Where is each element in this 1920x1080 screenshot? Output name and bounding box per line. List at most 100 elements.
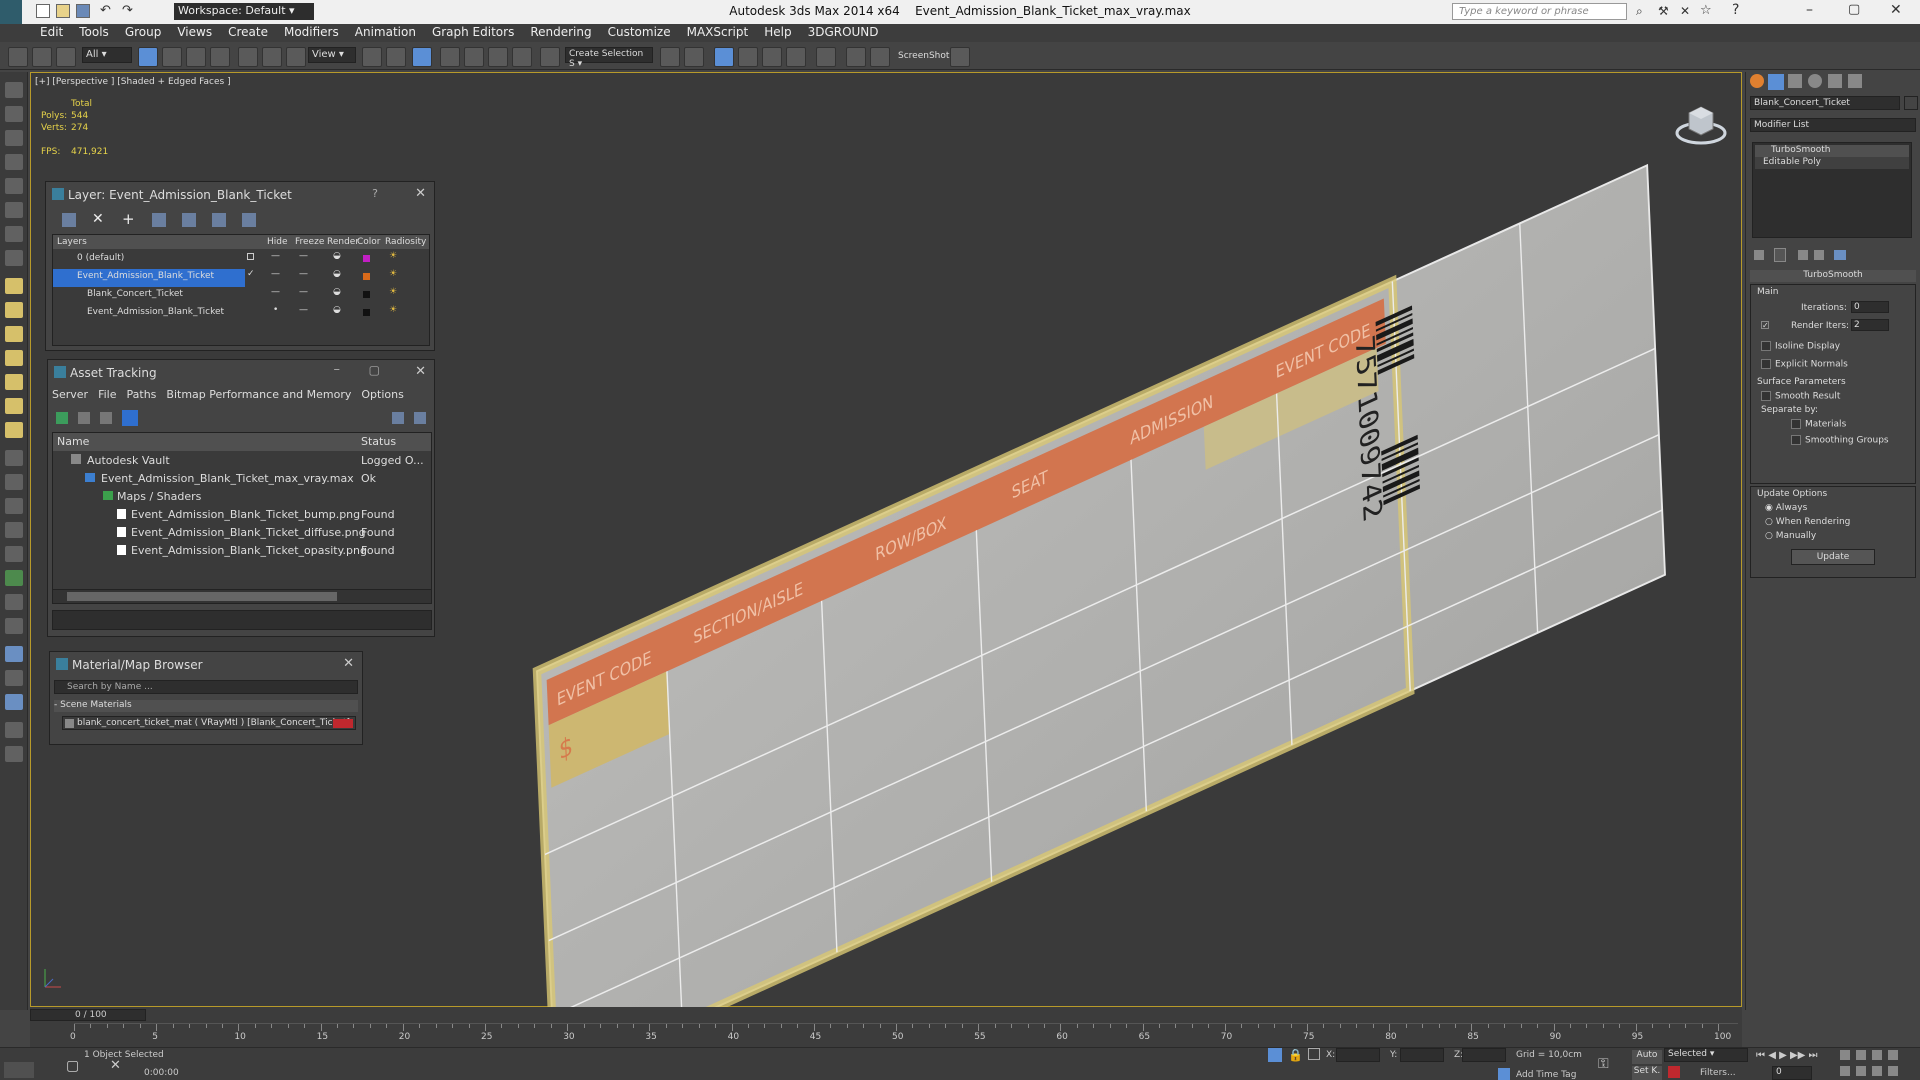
z-coordinate-field[interactable] [1462,1048,1506,1062]
track-bar-toggle-icon[interactable] [30,1025,70,1043]
schematic-view-icon[interactable] [786,47,806,67]
material-editor-icon[interactable] [816,47,836,67]
reference-coordinate-dropdown[interactable]: View ▾ [308,47,356,63]
absolute-mode-icon[interactable] [1308,1048,1320,1060]
menu-tools[interactable]: Tools [71,24,117,40]
layer-color-swatch[interactable] [363,255,370,262]
refresh-icon[interactable] [56,412,68,424]
asset-menu-bitmap[interactable]: Bitmap Performance and Memory [166,388,351,401]
layer-row[interactable]: Event_Admission_Blank_Ticket • — ◒ ☀ [53,305,429,323]
edit-named-selection-icon[interactable] [540,47,560,67]
iterations-spinner[interactable]: 0 [1851,301,1889,313]
angle-snap-icon[interactable] [464,47,484,67]
vray-tool-icon[interactable] [5,694,23,710]
display-tab-icon[interactable] [1828,74,1842,88]
asset-menu-paths[interactable]: Paths [127,388,157,401]
modifier-list-dropdown[interactable]: Modifier List [1750,118,1916,132]
add-to-layer-icon[interactable]: + [122,210,135,228]
binoculars-icon[interactable]: ⌕ [1636,4,1643,19]
cylinder-primitive-icon[interactable] [5,302,23,318]
asset-path-field[interactable] [52,610,432,630]
material-browser-close-icon[interactable]: ✕ [343,656,354,671]
space-warp-tool-icon[interactable] [5,250,23,266]
update-when-rendering-option[interactable]: ○ When Rendering [1765,517,1850,527]
move-icon[interactable] [238,47,258,67]
freeze-dash[interactable]: — [299,287,308,297]
y-coordinate-field[interactable] [1400,1048,1444,1062]
render-teapot-icon[interactable]: ◒ [333,251,341,261]
select-by-name-icon[interactable] [162,47,182,67]
frame-ruler[interactable]: 0 5 10 15 20 25 30 35 40 45 50 55 60 65 70 75 80 85 90 95 10… [70,1023,1738,1045]
motion-tab-icon[interactable] [1808,74,1822,88]
layer-panel-close-icon[interactable]: ✕ [415,186,426,201]
table-view-icon[interactable] [122,410,138,426]
minimize-icon[interactable]: – [1806,2,1813,18]
auto-key-button[interactable]: Auto [1632,1050,1662,1064]
rotate-icon[interactable] [262,47,282,67]
render-iters-spinner[interactable]: 2 [1851,319,1889,331]
close-icon[interactable]: ✕ [1890,2,1902,18]
asset-row[interactable]: Event_Admission_Blank_Ticket_diffuse.png… [53,525,431,543]
help-icon[interactable]: ? [1732,2,1739,18]
x-coordinate-field[interactable] [1336,1048,1380,1062]
menu-graph-editors[interactable]: Graph Editors [424,24,522,40]
light-tool-icon[interactable] [5,178,23,194]
script-tool-icon[interactable] [5,670,23,686]
col-radiosity[interactable]: Radiosity [385,237,426,247]
current-frame-field[interactable]: 0 [1772,1066,1812,1080]
utilities-tab-icon[interactable] [1848,74,1862,88]
col-freeze[interactable]: Freeze [295,237,324,247]
render-setup-icon[interactable] [846,47,866,67]
key-filter-dropdown[interactable]: Selected ▾ [1664,1048,1748,1062]
update-button[interactable]: Update [1791,549,1875,565]
modifier-stack-item[interactable]: Editable Poly [1755,157,1909,169]
col-layers[interactable]: Layers [57,237,87,247]
layer-row[interactable]: Blank_Concert_Ticket — — ◒ ☀ [53,287,429,305]
snaps-toggle-icon[interactable] [440,47,460,67]
col-name[interactable]: Name [57,435,89,448]
next-frame-icon[interactable]: ▶▶ [1790,1050,1805,1061]
render-iters-checkbox[interactable]: ✓ [1761,321,1769,330]
update-always-option[interactable]: ◉ Always [1765,503,1807,513]
col-hide[interactable]: Hide [267,237,288,247]
subscription-icon[interactable]: ⚒ [1658,4,1669,18]
hide-all-layers-icon[interactable] [212,213,226,227]
sphere-primitive-icon[interactable] [5,326,23,342]
mirror-icon[interactable] [660,47,680,67]
box-primitive-icon[interactable] [5,278,23,294]
menu-edit[interactable]: Edit [32,24,71,40]
radiosity-icon[interactable]: ☀ [389,269,397,279]
zoom-extents-icon[interactable] [1872,1050,1882,1060]
material-list-item[interactable]: blank_concert_ticket_mat ( VRayMtl ) [Bl… [62,716,356,730]
hide-dash[interactable]: — [271,269,280,279]
smooth-result-checkbox[interactable] [1761,391,1771,401]
asset-menu-file[interactable]: File [98,388,116,401]
menu-rendering[interactable]: Rendering [522,24,599,40]
smoothing-groups-option[interactable]: Smoothing Groups [1791,435,1889,446]
set-key-icon[interactable]: ⚿ [1598,1056,1609,1072]
render-teapot-icon[interactable]: ◒ [333,305,341,315]
asset-row[interactable]: Event_Admission_Blank_Ticket_bump.png Fo… [53,507,431,525]
screenshot-label[interactable]: ScreenShot [898,51,949,61]
asset-row[interactable]: Autodesk Vault Logged O... [53,453,431,471]
go-to-end-icon[interactable]: ⏭ [1809,1050,1818,1061]
globe-tool-icon[interactable] [5,646,23,662]
utility-tool-icon[interactable] [5,570,23,586]
asset-row[interactable]: Maps / Shaders [53,489,431,507]
hide-dash[interactable]: — [271,251,280,261]
link-icon[interactable] [8,47,28,67]
zoom-all-icon[interactable] [1856,1050,1866,1060]
rendered-frame-window-icon[interactable] [870,47,890,67]
show-end-result-icon[interactable] [1774,248,1786,262]
modifier-stack-item[interactable]: TurboSmooth [1755,145,1909,157]
hide-bulb-icon[interactable]: • [273,305,278,315]
menu-modifiers[interactable]: Modifiers [276,24,347,40]
named-selection-set-dropdown[interactable]: Create Selection S ▾ [565,47,653,69]
hierarchy-tab-icon[interactable] [1788,74,1802,88]
smoothing-groups-checkbox[interactable] [1791,435,1801,445]
delete-layer-icon[interactable]: ✕ [92,211,104,227]
menu-maxscript[interactable]: MAXScript [679,24,757,40]
asset-menu-options[interactable]: Options [361,388,403,401]
rectangular-selection-icon[interactable] [186,47,206,67]
maximize-icon[interactable]: ▢ [369,363,380,377]
